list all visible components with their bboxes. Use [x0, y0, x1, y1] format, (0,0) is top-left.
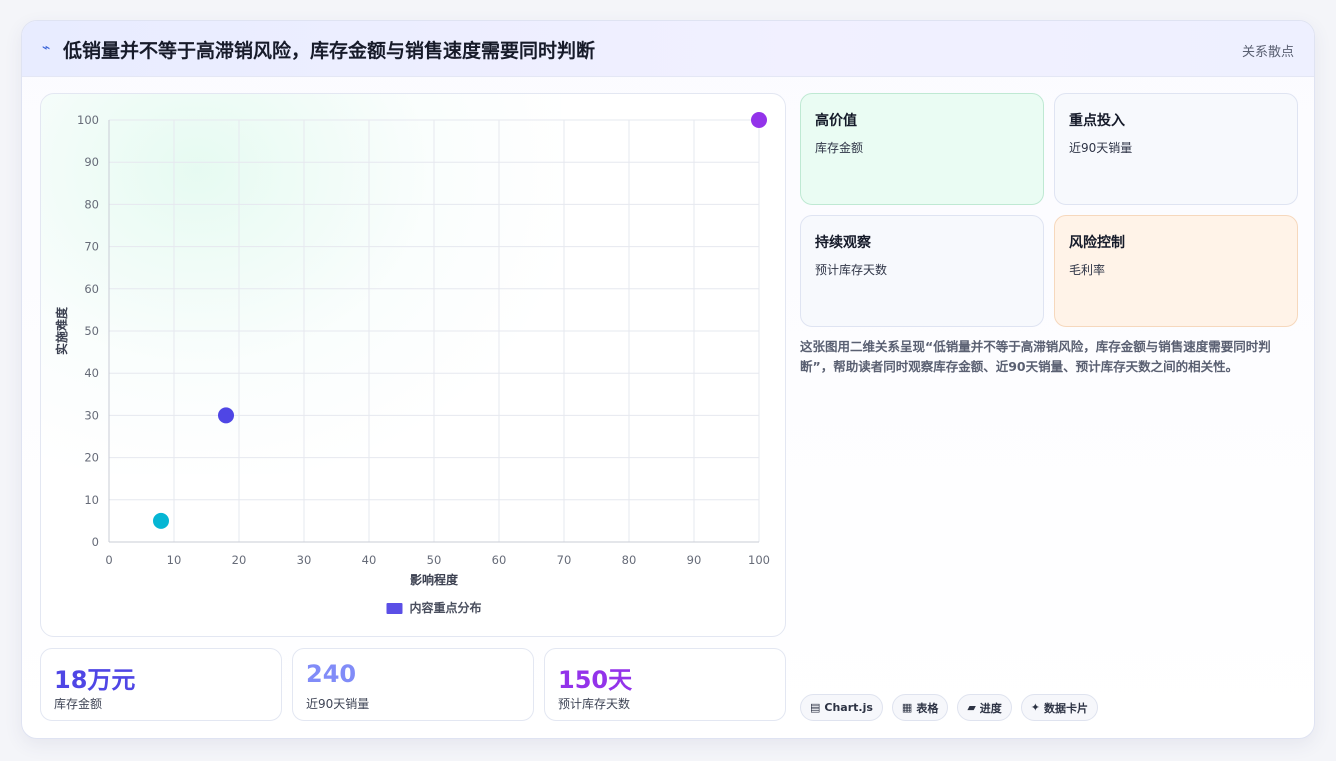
quadrant-subtitle: 毛利率 — [1069, 263, 1106, 277]
data-point — [218, 407, 234, 424]
quadrant-title: 重点投入 — [1069, 113, 1125, 129]
sparkle-icon: ✦ — [1030, 701, 1041, 714]
legend-swatch — [386, 603, 403, 614]
y-axis-title: 实施难度 — [54, 306, 69, 355]
page-title: 低销量并不等于高滞销风险，库存金额与销售速度需要同时判断 — [63, 40, 596, 62]
card-header: ⌁ 低销量并不等于高滞销风险，库存金额与销售速度需要同时判断 关系散点 — [22, 21, 1314, 77]
stat-value: 240 — [306, 660, 357, 688]
stat-card-inventory-value: 18万元 库存金额 — [40, 648, 282, 721]
y-tick-label: 10 — [84, 493, 99, 507]
quadrant-subtitle: 预计库存天数 — [815, 263, 888, 277]
chart-panel: 0 10 20 30 40 50 60 70 80 90 100 0 10 20 30 40 50 60 70 80 9… — [40, 93, 786, 637]
x-tick-label: 20 — [232, 553, 247, 567]
x-tick-label: 100 — [748, 553, 770, 567]
chip-label: 表格 — [916, 701, 939, 715]
x-tick-label: 0 — [105, 553, 112, 567]
y-tick-label: 60 — [84, 282, 99, 296]
y-tick-label: 90 — [84, 155, 99, 169]
y-tick-label: 0 — [92, 535, 99, 549]
x-tick-label: 80 — [622, 553, 637, 567]
stat-label: 预计库存天数 — [558, 697, 631, 711]
quadrant-card-high-value: 高价值 库存金额 — [800, 93, 1044, 205]
quadrant-title: 风险控制 — [1069, 235, 1125, 251]
stat-card-sales-90d: 240 近90天销量 — [292, 648, 534, 721]
quadrant-title: 高价值 — [815, 113, 857, 129]
chip-label: Chart.js — [824, 701, 873, 714]
stat-card-inventory-days: 150天 预计库存天数 — [544, 648, 786, 721]
stat-label: 库存金额 — [54, 697, 103, 711]
feature-chips: ▤ Chart.js ▦ 表格 ▰ 进度 ✦ 数据卡片 — [800, 694, 1099, 721]
stat-value: 150天 — [558, 666, 633, 694]
x-tick-label: 60 — [492, 553, 507, 567]
chip-table[interactable]: ▦ 表格 — [891, 694, 949, 721]
x-axis-title: 影响程度 — [410, 572, 459, 587]
scatter-chart: 0 10 20 30 40 50 60 70 80 90 100 0 10 20 30 40 50 60 70 80 9… — [54, 112, 770, 615]
progress-icon: ▰ — [967, 701, 976, 714]
x-tick-label: 10 — [167, 553, 182, 567]
chart-description: 这张图用二维关系呈现“低销量并不等于高滞销风险，库存金额与销售速度需要同时判断”… — [800, 339, 1271, 374]
y-tick-label: 50 — [84, 324, 99, 338]
chip-chartjs[interactable]: ▤ Chart.js — [800, 694, 883, 721]
y-tick-label: 80 — [84, 197, 99, 211]
x-tick-label: 50 — [427, 553, 442, 567]
quadrant-card-key-investment: 重点投入 近90天销量 — [1054, 93, 1298, 205]
chart-icon: ▤ — [810, 701, 821, 714]
quadrant-card-risk-control: 风险控制 毛利率 — [1054, 215, 1298, 327]
y-tick-label: 40 — [84, 366, 99, 380]
stat-label: 近90天销量 — [306, 697, 370, 711]
legend-label: 内容重点分布 — [409, 600, 481, 615]
chip-data-cards[interactable]: ✦ 数据卡片 — [1020, 694, 1099, 721]
quadrant-subtitle: 库存金额 — [815, 141, 864, 155]
y-tick-label: 20 — [84, 451, 99, 465]
table-icon: ▦ — [901, 701, 913, 714]
data-point — [153, 512, 169, 529]
chip-progress[interactable]: ▰ 进度 — [957, 694, 1012, 721]
y-tick-label: 70 — [84, 240, 99, 254]
x-tick-label: 40 — [362, 553, 377, 567]
quadrant-subtitle: 近90天销量 — [1069, 141, 1133, 155]
chip-label: 数据卡片 — [1044, 701, 1089, 715]
y-tick-label: 100 — [77, 113, 99, 127]
quadrant-title: 持续观察 — [815, 235, 871, 251]
data-point — [751, 112, 767, 128]
chip-label: 进度 — [979, 701, 1002, 715]
lightning-icon: ⌁ — [42, 40, 51, 56]
main-card: ⌁ 低销量并不等于高滞销风险，库存金额与销售速度需要同时判断 关系散点 0 10 2… — [21, 20, 1315, 739]
x-tick-label: 70 — [557, 553, 572, 567]
x-tick-label: 30 — [297, 553, 312, 567]
stat-value: 18万元 — [54, 666, 136, 694]
chart-type-tag: 关系散点 — [1241, 45, 1294, 60]
y-tick-label: 30 — [84, 408, 99, 422]
x-tick-label: 90 — [687, 553, 702, 567]
quadrant-card-observe: 持续观察 预计库存天数 — [800, 215, 1044, 327]
